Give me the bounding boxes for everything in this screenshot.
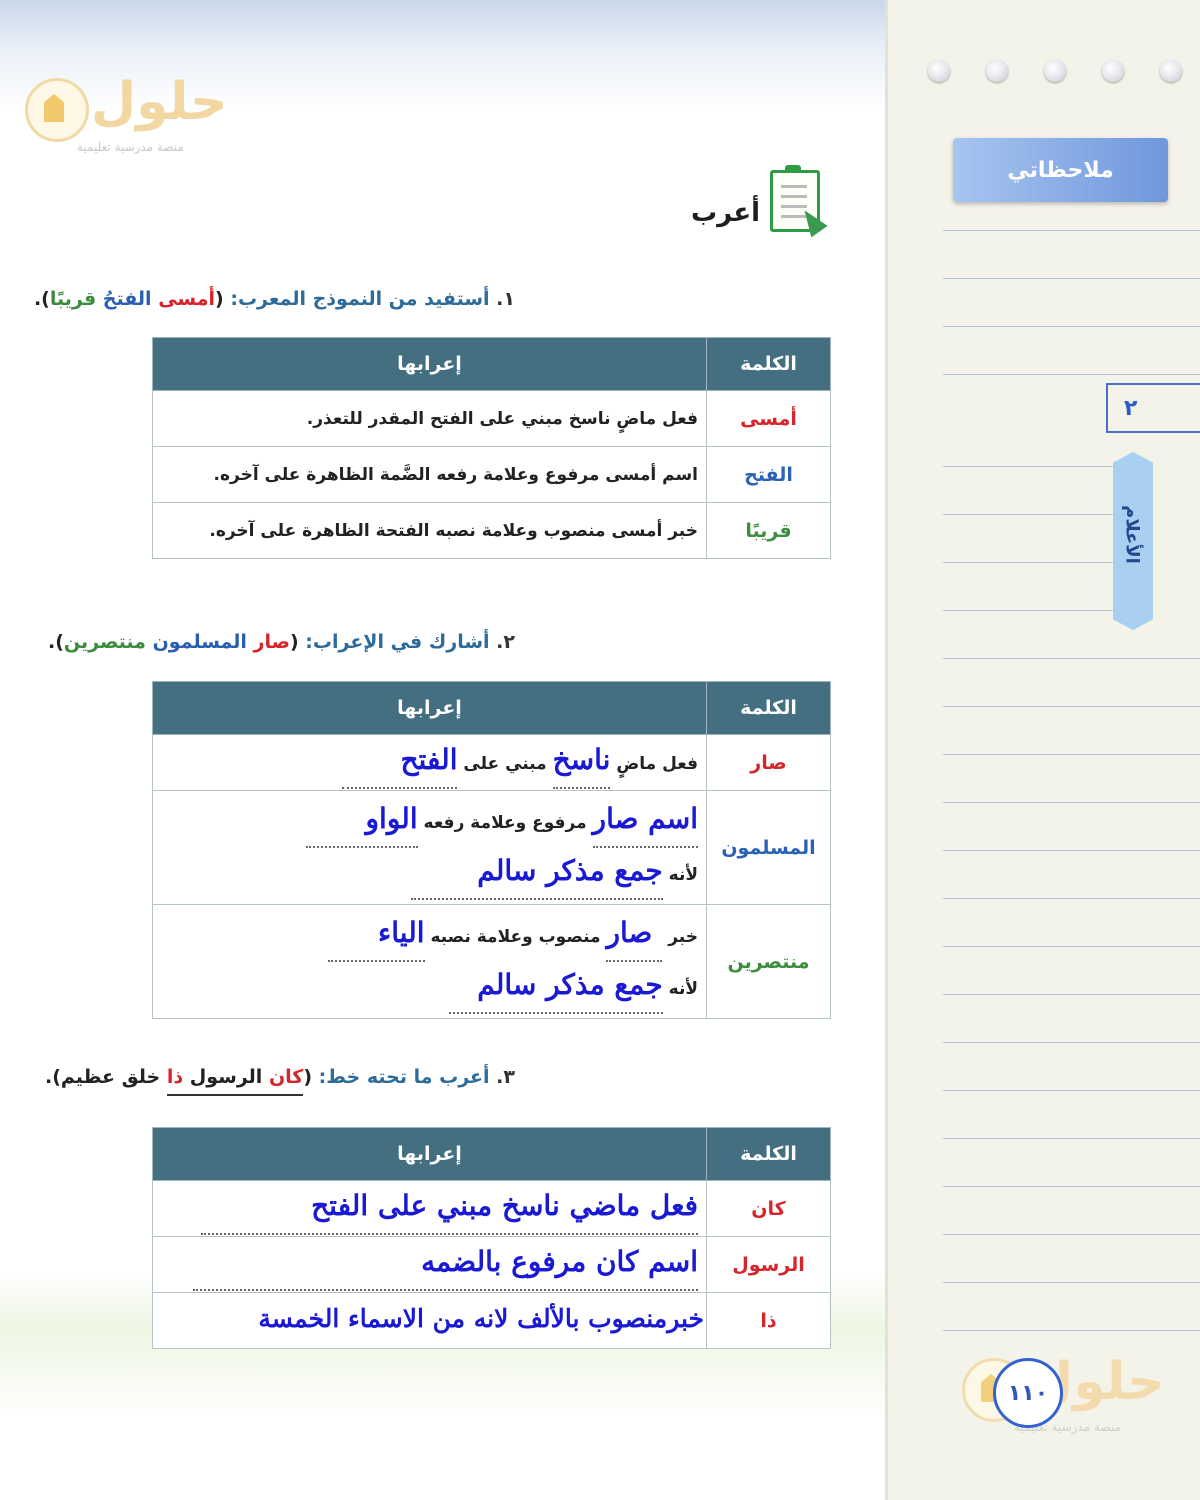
q2-table: الكلمة إعرابها صار فعل ماضٍ ناسخ مبني عل… (152, 681, 831, 1019)
unit-ribbon: الأعلام (1113, 452, 1153, 630)
answer-blank[interactable]: الياء (328, 910, 425, 962)
table-row: المسلمون اسم صار مرفوع وعلامة رفعه الواو… (152, 790, 831, 905)
row-word: الرسول (706, 1236, 831, 1293)
handwritten-answer: اسم صار (592, 801, 698, 835)
binder-ring-icon (986, 60, 1008, 82)
question-1: ١. أستفيد من النموذج المعرب: (أمسى الفتح… (33, 288, 515, 310)
row-parsing-fill: خبر صار منصوب وعلامة نصبه الياء لأنه جمع… (152, 904, 707, 1019)
header-parsing: إعرابها (152, 1127, 707, 1181)
row-word: الفتح (706, 446, 831, 503)
handwritten-answer: الفتح (400, 742, 458, 776)
handwritten-answer: الواو (365, 801, 418, 835)
row-parsing-fill: فعل ماضي ناسخ مبني على الفتح (152, 1180, 707, 1237)
row-word: صار (706, 734, 831, 791)
watermark-tagline: منصة مدرسية تعليمية (77, 140, 184, 154)
handwritten-answer: جمع مذكر سالم (477, 853, 663, 887)
question-3: ٣. أعرب ما تحته خط: (كان الرسول ذا خلق ع… (45, 1066, 515, 1096)
question-2: ٢. أشارك في الإعراب: (صار المسلمون منتصر… (47, 631, 515, 653)
answer-blank[interactable]: الفتح (342, 737, 458, 789)
binder-ring-icon (1160, 60, 1182, 82)
handwritten-answer: جمع مذكر سالم (477, 967, 663, 1001)
answer-blank[interactable]: ناسخ (552, 737, 611, 789)
row-parsing-fill: اسم كان مرفوع بالضمه (152, 1236, 707, 1293)
handwritten-answer: فعل ماضي ناسخ مبني على الفتح (311, 1188, 698, 1222)
table-row: كان فعل ماضي ناسخ مبني على الفتح (152, 1180, 831, 1237)
watermark-emblem-icon (25, 78, 89, 142)
textbook-page: حلول منصة مدرسية تعليمية حلول منصة مدرسي… (0, 0, 885, 1500)
row-word: منتصرين (706, 904, 831, 1019)
row-parsing-fill: اسم صار مرفوع وعلامة رفعه الواو لأنه جمع… (152, 790, 707, 905)
unit-number-box: ٢ (1106, 383, 1200, 433)
table-row: الرسول اسم كان مرفوع بالضمه (152, 1236, 831, 1293)
handwritten-answer: خبرمنصوب بالألف لانه من الاسماء الخمسة (258, 1304, 704, 1333)
handwritten-answer: الياء (378, 915, 425, 949)
q3-table: الكلمة إعرابها كان فعل ماضي ناسخ مبني عل… (152, 1127, 831, 1349)
row-word: أمسى (706, 390, 831, 447)
table-row: الفتح اسم أمسى مرفوع وعلامة رفعه الضَّمة… (152, 446, 831, 503)
answer-blank[interactable]: صار (606, 910, 663, 962)
row-parsing: خبر أمسى منصوب وعلامة نصبه الفتحة الظاهر… (152, 502, 707, 559)
binder-ring-icon (1102, 60, 1124, 82)
row-parsing-fill: خبرمنصوب بالألف لانه من الاسماء الخمسة (152, 1292, 707, 1349)
row-word: ذا (706, 1292, 831, 1349)
notes-title-tab: ملاحظاتي (953, 138, 1168, 202)
table-row: ذا خبرمنصوب بالألف لانه من الاسماء الخمس… (152, 1292, 831, 1349)
header-word: الكلمة (706, 1127, 831, 1181)
table-row: صار فعل ماضٍ ناسخ مبني على الفتح (152, 734, 831, 791)
row-parsing-fill: فعل ماضٍ ناسخ مبني على الفتح (152, 734, 707, 791)
q1-table: الكلمة إعرابها أمسى فعل ماضٍ ناسخ مبني ع… (152, 337, 831, 559)
page-number: ١١٠ (993, 1358, 1063, 1428)
header-parsing: إعرابها (152, 681, 707, 735)
header-word: الكلمة (706, 681, 831, 735)
table-row: أمسى فعل ماضٍ ناسخ مبني على الفتح المقدر… (152, 390, 831, 447)
answer-blank[interactable]: فعل ماضي ناسخ مبني على الفتح (201, 1183, 698, 1235)
header-word: الكلمة (706, 337, 831, 391)
table-row: منتصرين خبر صار منصوب وعلامة نصبه الياء … (152, 904, 831, 1019)
answer-blank[interactable]: اسم صار (592, 796, 698, 848)
watermark-brand: حلول (91, 72, 228, 132)
section-heading: أعرب (690, 165, 880, 248)
row-parsing: اسم أمسى مرفوع وعلامة رفعه الضَّمة الظاه… (152, 446, 707, 503)
answer-blank[interactable]: جمع مذكر سالم (449, 962, 663, 1014)
binder-ring-icon (1044, 60, 1066, 82)
answer-blank[interactable]: جمع مذكر سالم (411, 848, 663, 900)
handwritten-answer: ناسخ (552, 742, 611, 776)
answer-blank[interactable]: اسم كان مرفوع بالضمه (193, 1239, 698, 1291)
answer-blank[interactable]: الواو (305, 796, 418, 848)
row-word: كان (706, 1180, 831, 1237)
handwritten-answer: صار (606, 915, 653, 949)
row-parsing: فعل ماضٍ ناسخ مبني على الفتح المقدر للتع… (152, 390, 707, 447)
section-title: أعرب (691, 198, 760, 228)
row-word: المسلمون (706, 790, 831, 905)
binder-ring-icon (928, 60, 950, 82)
row-word: قريبًا (706, 502, 831, 559)
handwritten-answer: اسم كان مرفوع بالضمه (421, 1244, 698, 1278)
header-parsing: إعرابها (152, 337, 707, 391)
table-row: قريبًا خبر أمسى منصوب وعلامة نصبه الفتحة… (152, 502, 831, 559)
notes-panel: ملاحظاتي ٢ الأعلام (885, 0, 1200, 1500)
unit-name: الأعلام (1121, 505, 1143, 564)
